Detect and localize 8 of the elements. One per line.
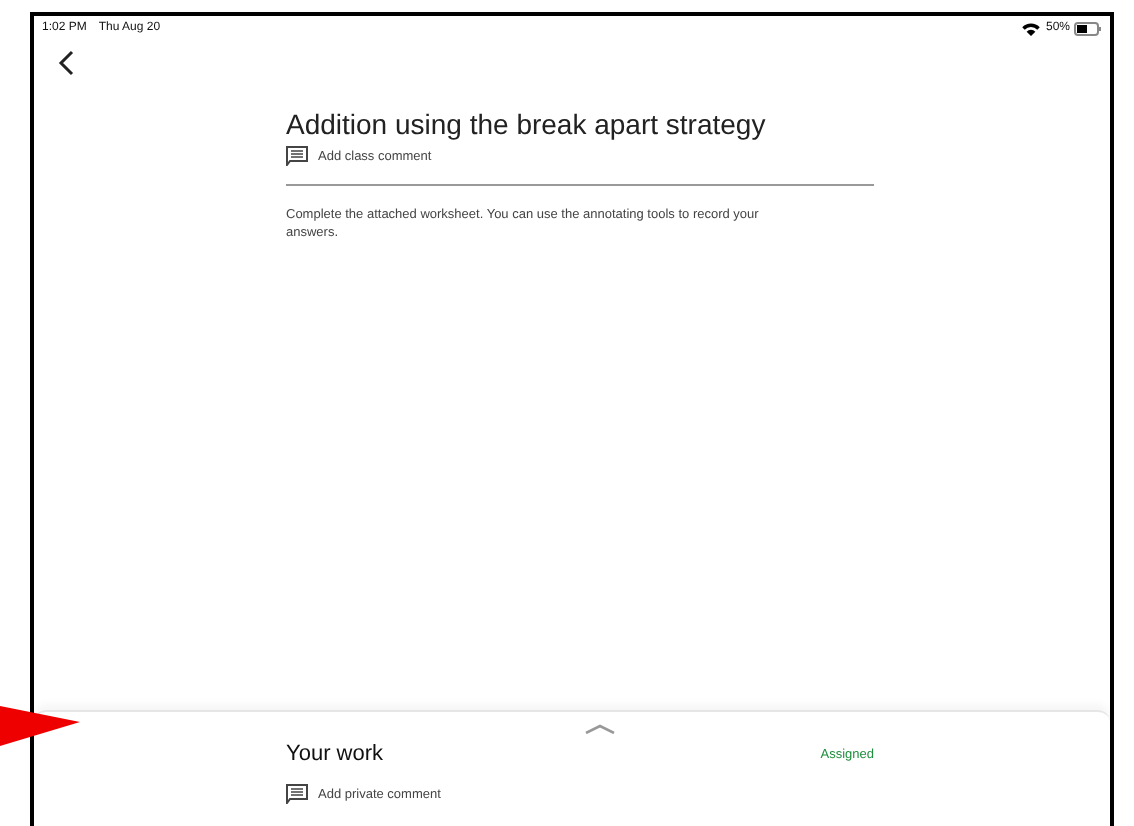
wifi-icon xyxy=(1021,21,1040,35)
chevron-up-icon[interactable] xyxy=(584,724,616,734)
back-icon[interactable] xyxy=(58,49,74,75)
assignment-title: Addition using the break apart strategy xyxy=(286,108,768,140)
comment-icon xyxy=(286,784,308,804)
battery-icon xyxy=(1074,21,1102,35)
your-work-title: Your work xyxy=(286,742,384,766)
comment-icon xyxy=(286,146,308,166)
